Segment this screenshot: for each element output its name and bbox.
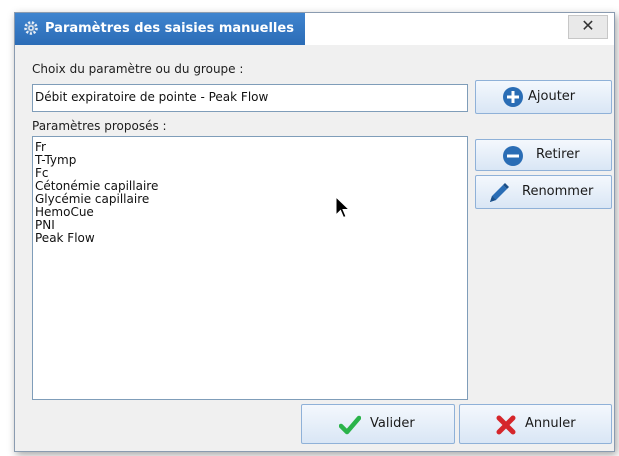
- title-bar: Paramètres des saisies manuelles ✕: [15, 13, 614, 45]
- list-item[interactable]: Peak Flow: [35, 232, 465, 245]
- list-item[interactable]: PNI: [35, 219, 465, 232]
- parameters-dialog: Paramètres des saisies manuelles ✕ Choix…: [14, 12, 615, 452]
- list-item[interactable]: T-Tymp: [35, 154, 465, 167]
- cancel-button[interactable]: Annuler: [459, 404, 612, 444]
- list-item[interactable]: Glycémie capillaire: [35, 193, 465, 206]
- list-label: Paramètres proposés :: [32, 119, 167, 133]
- add-button[interactable]: Ajouter: [475, 80, 612, 114]
- close-button[interactable]: ✕: [568, 15, 608, 39]
- remove-button[interactable]: Retirer: [475, 139, 612, 171]
- list-item[interactable]: Fr: [35, 141, 465, 154]
- cancel-button-label: Annuler: [525, 416, 576, 431]
- cross-icon: [496, 415, 516, 435]
- validate-button[interactable]: Valider: [301, 404, 455, 444]
- parameter-input[interactable]: Débit expiratoire de pointe - Peak Flow: [32, 84, 468, 112]
- parameters-list[interactable]: Fr T-Tymp Fc Cétonémie capillaire Glycém…: [32, 136, 468, 400]
- rename-button[interactable]: Renommer: [475, 175, 612, 209]
- minus-circle-icon: [503, 146, 523, 166]
- settings-gear-icon: [24, 21, 38, 35]
- title-tab: Paramètres des saisies manuelles: [15, 13, 305, 45]
- validate-button-label: Valider: [370, 416, 415, 431]
- remove-button-label: Retirer: [536, 147, 580, 162]
- list-item[interactable]: HemoCue: [35, 206, 465, 219]
- add-button-label: Ajouter: [528, 89, 576, 104]
- pencil-icon: [490, 183, 509, 202]
- rename-button-label: Renommer: [522, 184, 594, 199]
- choice-label: Choix du paramètre ou du groupe :: [32, 62, 244, 76]
- plus-circle-icon: [503, 87, 523, 107]
- mouse-cursor-icon: [335, 196, 351, 219]
- window-title: Paramètres des saisies manuelles: [45, 21, 294, 36]
- checkmark-icon: [339, 415, 361, 435]
